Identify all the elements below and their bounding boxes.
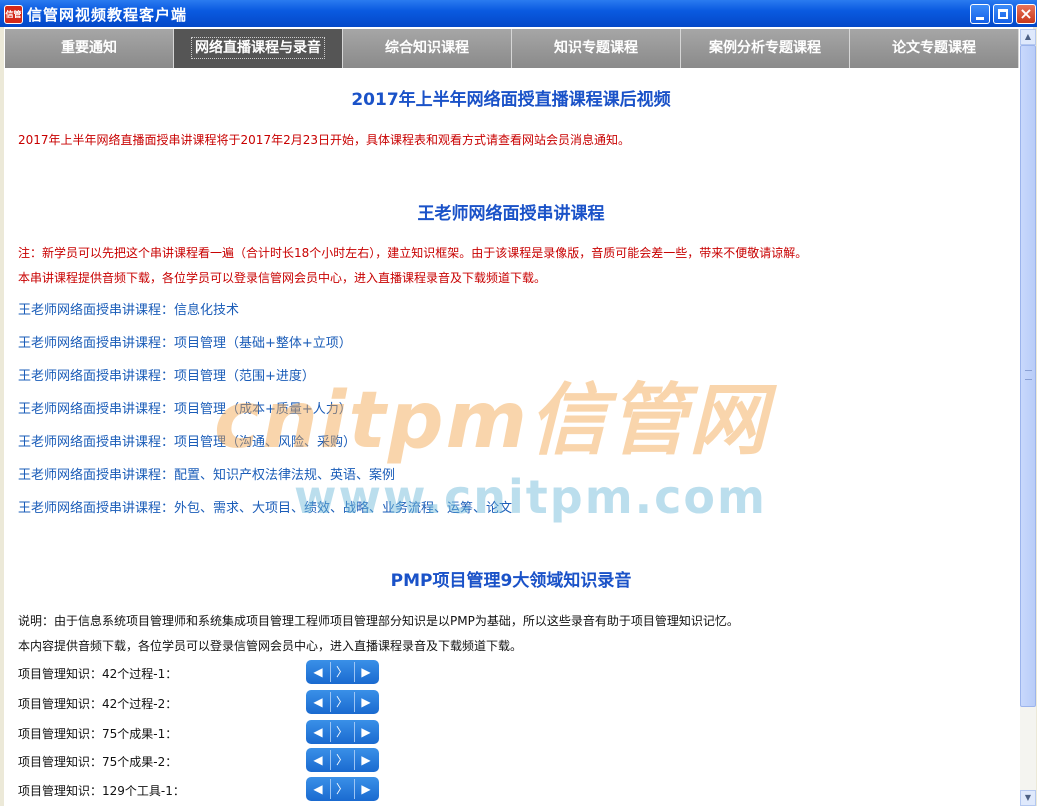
volume-icon[interactable]: ◀: [306, 720, 330, 744]
next-icon[interactable]: 〉: [330, 777, 354, 801]
tab-bar: 重要通知 网络直播课程与录音 综合知识课程 知识专题课程 案例分析专题课程 论文…: [5, 29, 1019, 68]
audio-label: 项目管理知识：42个过程-1：: [18, 667, 178, 681]
tab-label: 网络直播课程与录音: [191, 37, 325, 59]
course-link-outsourcing[interactable]: 王老师网络面授串讲课程：外包、需求、大项目、绩效、战略、业务流程、运筹、论文: [18, 497, 512, 516]
volume-icon[interactable]: ◀: [306, 777, 330, 801]
play-icon[interactable]: ▶: [354, 660, 378, 684]
section-title-wang-course: 王老师网络面授串讲课程: [417, 204, 605, 224]
tab-label: 知识专题课程: [554, 40, 638, 56]
wang-course-download-note: 本串讲课程提供音频下载，各位学员可以登录信管网会员中心，进入直播课程录音及下载频…: [18, 271, 547, 285]
volume-icon[interactable]: ◀: [306, 660, 330, 684]
play-icon[interactable]: ▶: [354, 720, 378, 744]
scroll-down-icon[interactable]: ▼: [1020, 790, 1036, 806]
maximize-icon: [998, 9, 1008, 19]
next-icon[interactable]: 〉: [330, 660, 354, 684]
main-frame: 重要通知 网络直播课程与录音 综合知识课程 知识专题课程 案例分析专题课程 论文…: [4, 27, 1036, 806]
audio-player: ◀ 〉 ▶: [306, 690, 379, 714]
course-link-info-tech[interactable]: 王老师网络面授串讲课程：信息化技术: [18, 299, 239, 318]
audio-player: ◀ 〉 ▶: [306, 720, 379, 744]
audio-label: 项目管理知识：42个过程-2：: [18, 697, 178, 711]
course-link-pm-scope[interactable]: 王老师网络面授串讲课程：项目管理（范围+进度）: [18, 365, 315, 384]
content-area: 2017年上半年网络面授直播课程课后视频 2017年上半年网络直播面授串讲课程将…: [4, 68, 1018, 806]
app-logo-icon: 信管: [4, 5, 23, 24]
tab-label: 案例分析专题课程: [709, 40, 821, 56]
next-icon[interactable]: 〉: [330, 748, 354, 772]
audio-label: 项目管理知识：129个工具-1：: [18, 784, 185, 798]
tab-knowledge-topics[interactable]: 知识专题课程: [512, 29, 681, 68]
title-bar: 信管 信管网视频教程客户端 ×: [0, 0, 1037, 27]
maximize-button[interactable]: [993, 4, 1013, 24]
pmp-download-note: 本内容提供音频下载，各位学员可以登录信管网会员中心，进入直播课程录音及下载频道下…: [18, 639, 523, 653]
close-icon: ×: [1019, 4, 1033, 23]
scroll-thumb[interactable]: [1020, 45, 1036, 707]
audio-player: ◀ 〉 ▶: [306, 748, 379, 772]
course-link-config-law[interactable]: 王老师网络面授串讲课程：配置、知识产权法律法规、英语、案例: [18, 464, 395, 483]
course-link-pm-basics[interactable]: 王老师网络面授串讲课程：项目管理（基础+整体+立项）: [18, 332, 352, 351]
tab-important-notice[interactable]: 重要通知: [5, 29, 174, 68]
audio-label: 项目管理知识：75个成果-2：: [18, 755, 178, 769]
audio-label: 项目管理知识：75个成果-1：: [18, 727, 178, 741]
live-course-notice: 2017年上半年网络直播面授串讲课程将于2017年2月23日开始，具体课程表和观…: [18, 133, 630, 147]
tab-general-knowledge[interactable]: 综合知识课程: [343, 29, 512, 68]
tab-case-analysis[interactable]: 案例分析专题课程: [681, 29, 850, 68]
tab-label: 重要通知: [61, 40, 117, 56]
audio-player: ◀ 〉 ▶: [306, 660, 379, 684]
tab-label: 论文专题课程: [892, 40, 976, 56]
close-button[interactable]: ×: [1016, 4, 1036, 24]
vertical-scrollbar[interactable]: ▲ ▼: [1020, 29, 1036, 806]
audio-player: ◀ 〉 ▶: [306, 777, 379, 801]
pmp-description: 说明：由于信息系统项目管理师和系统集成项目管理工程师项目管理部分知识是以PMP为…: [18, 614, 739, 628]
section-title-pmp: PMP项目管理9大领域知识录音: [390, 571, 632, 591]
next-icon[interactable]: 〉: [330, 690, 354, 714]
section-title-live-videos: 2017年上半年网络面授直播课程课后视频: [351, 90, 671, 110]
grip-icon: [1025, 370, 1032, 380]
course-link-pm-cost[interactable]: 王老师网络面授串讲课程：项目管理（成本+质量+人力）: [18, 398, 352, 417]
play-icon[interactable]: ▶: [354, 690, 378, 714]
minimize-button[interactable]: [970, 4, 990, 24]
next-icon[interactable]: 〉: [330, 720, 354, 744]
volume-icon[interactable]: ◀: [306, 690, 330, 714]
play-icon[interactable]: ▶: [354, 777, 378, 801]
tab-live-courses[interactable]: 网络直播课程与录音: [174, 29, 343, 68]
tab-thesis[interactable]: 论文专题课程: [850, 29, 1019, 68]
play-icon[interactable]: ▶: [354, 748, 378, 772]
wang-course-note: 注：新学员可以先把这个串讲课程看一遍（合计时长18个小时左右），建立知识框架。由…: [18, 246, 808, 260]
volume-icon[interactable]: ◀: [306, 748, 330, 772]
minimize-icon: [976, 17, 984, 20]
course-link-pm-communication[interactable]: 王老师网络面授串讲课程：项目管理（沟通、风险、采购）: [18, 431, 356, 450]
window-title: 信管网视频教程客户端: [27, 6, 188, 24]
scroll-up-icon[interactable]: ▲: [1020, 29, 1036, 45]
tab-label: 综合知识课程: [385, 40, 469, 56]
